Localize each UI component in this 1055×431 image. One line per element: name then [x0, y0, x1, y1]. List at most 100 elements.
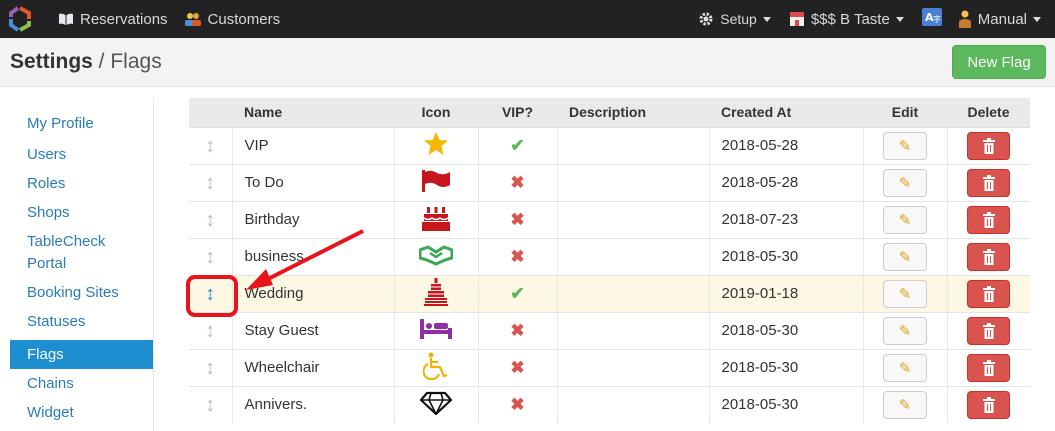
description-cell [556, 348, 709, 386]
svg-text:字: 字 [933, 14, 941, 24]
description-cell [556, 163, 709, 201]
edit-cell: ✎ [862, 200, 947, 238]
sort-handle-icon[interactable]: ↕ [205, 321, 215, 341]
delete-cell [946, 200, 1030, 238]
row-drag-handle[interactable]: ↕ [189, 311, 232, 349]
new-flag-button[interactable]: New Flag [952, 45, 1046, 79]
language-button[interactable]: A字 [916, 0, 948, 38]
edit-button[interactable]: ✎ [883, 131, 927, 160]
nav-setup-dropdown[interactable]: Setup [692, 0, 777, 38]
created-at-cell: 2018-07-23 [708, 200, 863, 238]
nav-user-dropdown[interactable]: Manual [952, 0, 1047, 38]
sort-handle-icon[interactable]: ↕ [205, 358, 215, 378]
nav-shop-dropdown[interactable]: $$$ B Taste [783, 0, 910, 38]
description-cell [556, 311, 709, 349]
edit-button[interactable]: ✎ [883, 279, 927, 308]
flag-icon [422, 169, 450, 192]
flag-name: business [231, 237, 394, 275]
sidebar-item-statuses[interactable]: Statuses [0, 311, 153, 340]
delete-cell [946, 385, 1030, 423]
column-header-created-at: Created At [709, 98, 863, 128]
sort-handle-icon[interactable]: ↕ [205, 173, 215, 193]
edit-button[interactable]: ✎ [883, 242, 927, 271]
translate-icon: A字 [921, 8, 942, 30]
row-drag-handle[interactable]: ↕ [189, 126, 232, 164]
birthday-cake-icon [422, 206, 450, 231]
edit-cell: ✎ [862, 274, 947, 312]
flag-name: Annivers. [231, 385, 394, 423]
annotation-highlight-box [186, 275, 238, 317]
trash-icon [982, 396, 995, 413]
vip-cell: ✖ [477, 311, 557, 349]
created-at-cell: 2018-05-30 [708, 385, 863, 423]
row-drag-handle[interactable]: ↕ [189, 163, 232, 201]
sort-handle-icon[interactable]: ↕ [205, 247, 215, 267]
table-row: ↕ VIP ✔ 2018-05-28 ✎ [189, 126, 1030, 164]
table-row: ↕ Wheelchair ✖ 2018-05-30 ✎ [189, 348, 1030, 386]
app-logo[interactable] [0, 0, 40, 38]
trash-icon [982, 359, 995, 376]
trash-icon [982, 137, 995, 154]
delete-button[interactable] [967, 353, 1011, 382]
pencil-icon: ✎ [898, 211, 912, 229]
diamond-icon [419, 391, 453, 416]
sidebar-item-widget[interactable]: Widget [0, 398, 153, 427]
page-header: Settings / Flags [0, 38, 1055, 87]
pencil-icon: ✎ [898, 174, 912, 192]
breadcrumb-separator: / [92, 50, 111, 73]
caret-down-icon [895, 16, 904, 22]
edit-button[interactable]: ✎ [883, 168, 927, 197]
nav-shop-label: $$$ B Taste [810, 10, 890, 28]
sort-handle-icon[interactable]: ↕ [205, 136, 215, 156]
edit-button[interactable]: ✎ [883, 390, 927, 419]
column-header-icon: Icon [394, 98, 478, 128]
row-drag-handle[interactable]: ↕ [189, 348, 232, 386]
description-cell [556, 237, 709, 275]
delete-button[interactable] [967, 279, 1011, 308]
delete-button[interactable] [967, 390, 1011, 419]
row-drag-handle[interactable]: ↕ [189, 385, 232, 423]
breadcrumb-settings[interactable]: Settings [10, 50, 93, 73]
table-row: ↕ Annivers. ✖ 2018-05-30 ✎ [189, 385, 1030, 423]
edit-button[interactable]: ✎ [883, 316, 927, 345]
delete-button[interactable] [967, 168, 1011, 197]
sort-handle-icon[interactable]: ↕ [205, 210, 215, 230]
table-row: ↕ Birthday ✖ 2018-07-23 ✎ [189, 200, 1030, 238]
sidebar-item-booking-sites[interactable]: Booking Sites [0, 282, 153, 311]
sidebar-item-flags[interactable]: Flags [10, 340, 153, 369]
nav-reservations[interactable]: Reservations [40, 0, 174, 38]
sidebar-item-shops[interactable]: Shops [0, 202, 153, 231]
sort-handle-icon[interactable]: ↕ [205, 395, 215, 415]
sidebar-item-roles[interactable]: Roles [0, 173, 153, 202]
delete-button[interactable] [967, 242, 1011, 271]
column-header-name: Name [232, 98, 394, 128]
description-cell [556, 385, 709, 423]
logo-icon [9, 6, 31, 32]
edit-cell: ✎ [862, 237, 947, 275]
shop-icon [789, 11, 805, 27]
sidebar-item-chains[interactable]: Chains [0, 369, 153, 398]
pencil-icon: ✎ [898, 285, 912, 303]
row-drag-handle[interactable]: ↕ [189, 200, 232, 238]
trash-icon [982, 322, 995, 339]
created-at-cell: 2018-05-28 [708, 163, 863, 201]
user-icon [958, 10, 972, 28]
edit-button[interactable]: ✎ [883, 353, 927, 382]
edit-cell: ✎ [862, 311, 947, 349]
edit-button[interactable]: ✎ [883, 205, 927, 234]
flag-name: Birthday [231, 200, 394, 238]
pencil-icon: ✎ [898, 248, 912, 266]
delete-button[interactable] [967, 131, 1011, 160]
sidebar-item-users[interactable]: Users [0, 144, 153, 173]
sidebar-item-tablecheck-portal[interactable]: TableCheck Portal [0, 231, 153, 282]
pencil-icon: ✎ [898, 359, 912, 377]
handshake-icon [418, 244, 454, 266]
flag-name: Wedding [231, 274, 394, 312]
row-drag-handle[interactable]: ↕ [189, 237, 232, 275]
delete-button[interactable] [967, 316, 1011, 345]
sidebar-item-my-profile[interactable]: My Profile [0, 115, 153, 144]
flag-name: VIP [231, 126, 394, 164]
created-at-cell: 2018-05-30 [708, 237, 863, 275]
nav-customers[interactable]: Customers [174, 0, 287, 38]
delete-button[interactable] [967, 205, 1011, 234]
